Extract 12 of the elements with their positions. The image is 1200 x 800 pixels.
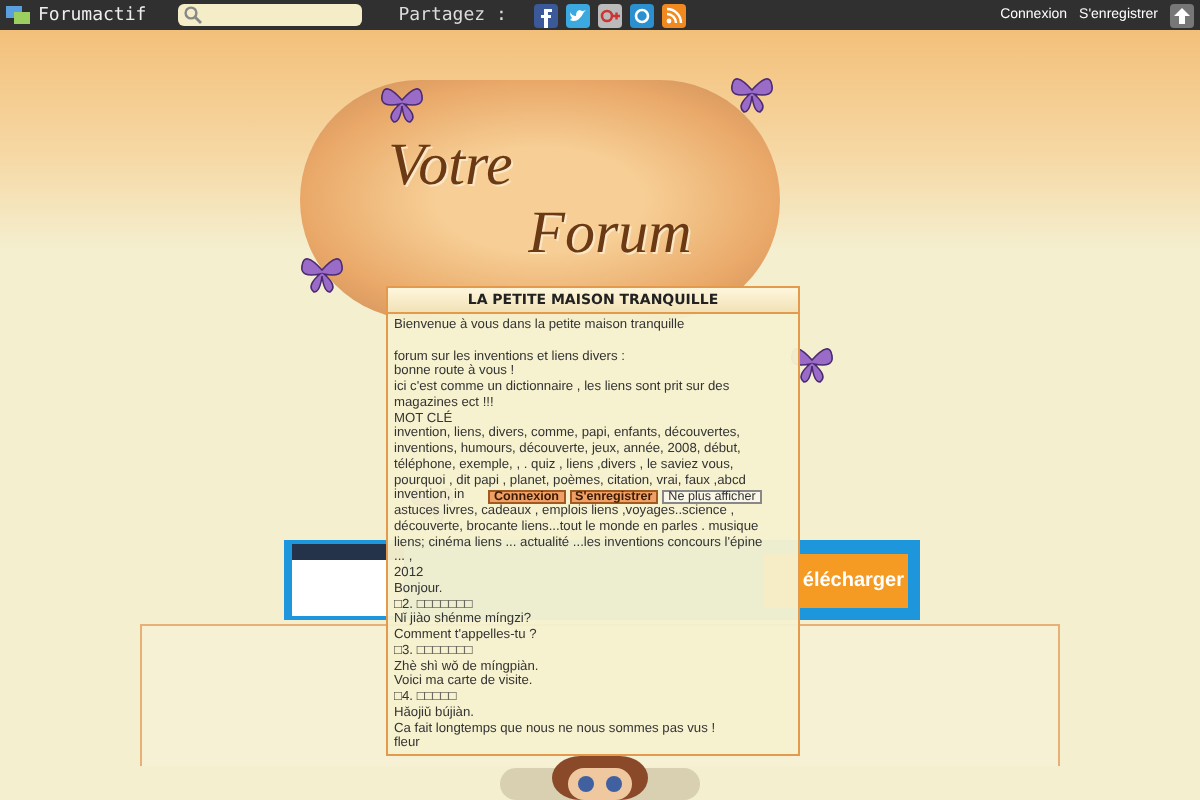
bird-icon[interactable]	[566, 3, 591, 27]
logo-text: Votre	[388, 132, 515, 200]
up-arrow-icon[interactable]	[1170, 3, 1194, 27]
rss-icon[interactable]	[662, 3, 687, 27]
chat-bubbles-icon[interactable]	[6, 4, 30, 26]
search-icon	[184, 6, 203, 24]
social-icon[interactable]	[534, 3, 559, 27]
share-label: Partagez :	[398, 5, 507, 25]
plus-icon[interactable]	[598, 3, 623, 27]
logo-text: Forum	[528, 200, 692, 268]
search-field[interactable]	[178, 4, 363, 26]
brand-name[interactable]: Forumactif	[38, 5, 147, 25]
